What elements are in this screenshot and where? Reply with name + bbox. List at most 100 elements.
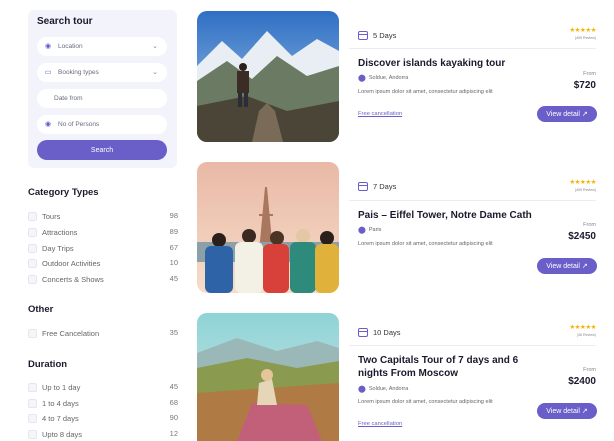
tour-description: Lorem ipsum dolor sit amet, consectetur … [358,89,493,95]
rating-stars: ★★★★★ [569,324,596,331]
calendar-icon [358,31,368,40]
chevron-down-icon: ⌄ [152,69,158,76]
view-detail-button[interactable]: View detail ↗ [537,403,597,419]
checkbox[interactable] [28,398,37,408]
tour-title[interactable]: Discover islands kayaking tour [358,57,505,70]
divider [349,345,596,346]
filter-row[interactable]: 1 to 4 days 68 [28,397,178,409]
search-button[interactable]: Search [37,140,167,160]
calendar-icon [358,182,368,191]
booking-types-label: Booking types [58,69,99,76]
days-label: 7 Days [373,182,397,191]
filter-count: 89 [169,227,178,236]
booking-types-select[interactable]: ▭ Booking types ⌄ [37,63,167,82]
calendar-icon [358,328,368,337]
checkbox[interactable] [28,274,37,284]
days-label: 5 Days [373,31,397,40]
filter-row[interactable]: Outdoor Activities 10 [28,257,178,269]
filter-label: Free Cancelation [42,328,100,338]
filter-count: 68 [169,398,178,407]
duration-title: Duration [28,359,68,370]
chevron-down-icon: ⌄ [152,43,158,50]
checkbox[interactable] [28,258,37,268]
filter-label: Concerts & Shows [42,274,104,284]
other-title: Other [28,304,54,315]
filter-count: 10 [169,258,178,267]
filter-row[interactable]: Attractions 89 [28,226,178,238]
tour-title[interactable]: Pais – Eiffel Tower, Notre Dame Cath [358,209,532,222]
checkbox[interactable] [28,227,37,237]
filter-row[interactable]: Free Cancelation 35 [28,327,178,339]
location-text: Soldue, Andorra [368,75,409,81]
filter-row[interactable]: Day Trips 67 [28,242,178,254]
date-from-input[interactable]: Date from [37,89,167,108]
persons-input[interactable]: ◉ No of Persons [37,115,167,134]
filter-label: Outdoor Activities [42,258,101,268]
view-detail-button[interactable]: View detail ↗ [537,258,597,274]
location-label: Location [58,43,83,50]
filter-label: Attractions [42,227,78,237]
map-pin-icon: ⬤ [358,227,366,234]
price-from-label: From [583,367,596,373]
filter-label: Tours [42,211,61,221]
location-select[interactable]: ◉ Location ⌄ [37,37,167,56]
price-from-label: From [583,222,596,228]
filter-row[interactable]: Up to 1 day 45 [28,381,178,393]
tour-location: ⬤ Soldue, Andorra [358,74,408,82]
checkbox[interactable] [28,243,37,253]
location-text: Paris [368,227,382,233]
rating-stars: ★★★★★ [569,27,596,34]
filter-row[interactable]: 4 to 7 days 90 [28,412,178,424]
tour-price: $720 [573,80,596,91]
ticket-icon: ▭ [44,68,52,76]
duration-badge: 5 Days [358,31,396,40]
tour-price: $2400 [568,376,596,387]
review-count: (459 Review) [574,188,596,192]
tour-image-paris[interactable] [197,162,339,293]
divider [349,200,596,201]
filter-count: 12 [169,429,178,438]
rating-stars: ★★★★★ [569,179,596,186]
filter-label: Upto 8 days [42,429,83,439]
tour-price: $2450 [568,231,596,242]
filter-count: 67 [169,243,178,252]
checkbox[interactable] [28,429,37,439]
filter-row[interactable]: Concerts & Shows 45 [28,273,178,285]
tour-description: Lorem ipsum dolor sit amet, consectetur … [358,399,493,405]
days-label: 10 Days [373,328,401,337]
tour-description: Lorem ipsum dolor sit amet, consectetur … [358,241,493,247]
checkbox[interactable] [28,211,37,221]
tour-location: ⬤ Soldue, Andorra [358,385,408,393]
search-title: Search tour [37,16,93,27]
persons-label: No of Persons [58,121,100,128]
tour-image-picnic[interactable] [197,313,339,441]
filter-label: Up to 1 day [42,382,81,392]
checkbox[interactable] [28,382,37,392]
free-cancellation-link[interactable]: Free cancellation [358,111,402,117]
filter-count: 90 [169,413,178,422]
map-pin-icon: ◉ [44,42,52,50]
divider [349,48,596,49]
checkbox[interactable] [28,413,37,423]
user-icon: ◉ [44,120,52,128]
free-cancellation-link[interactable]: Free cancellation [358,421,402,427]
tour-image-mountains[interactable] [197,11,339,142]
category-title: Category Types [28,187,99,198]
date-from-label: Date from [54,95,83,102]
filter-count: 45 [169,382,178,391]
duration-badge: 10 Days [358,328,401,337]
review-count: (36 Review) [576,333,596,337]
filter-label: Day Trips [42,243,74,253]
map-pin-icon: ⬤ [358,386,366,393]
view-detail-button[interactable]: View detail ↗ [537,106,597,122]
filter-count: 45 [169,274,178,283]
filter-row[interactable]: Tours 98 [28,210,178,222]
review-count: (459 Review) [574,36,596,40]
filter-count: 35 [169,328,178,337]
filter-count: 98 [169,211,178,220]
location-text: Soldue, Andorra [368,386,409,392]
tour-title[interactable]: Two Capitals Tour of 7 days and 6 nights… [358,354,533,380]
checkbox[interactable] [28,328,37,338]
filter-row[interactable]: Upto 8 days 12 [28,428,178,440]
filter-label: 4 to 7 days [42,413,79,423]
